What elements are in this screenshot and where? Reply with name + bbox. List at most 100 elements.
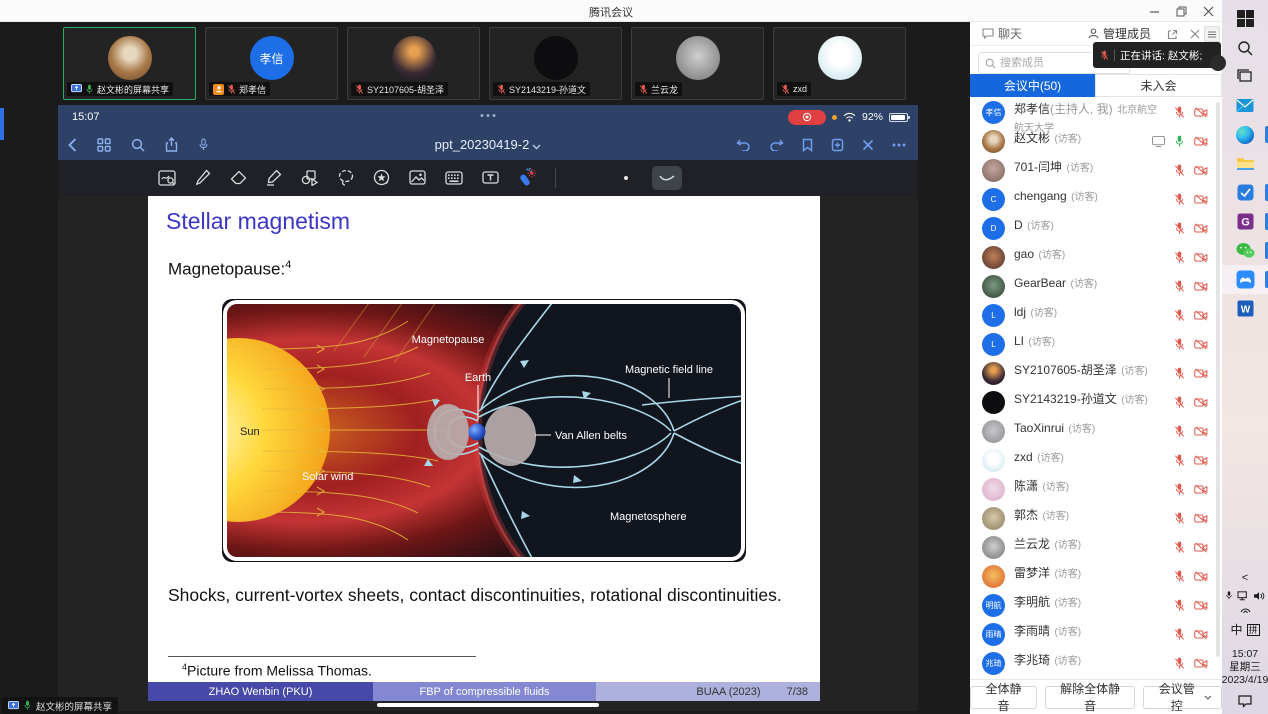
tab-not-joined[interactable]: 未入会 [1095,74,1222,97]
taskbar-search-button[interactable] [1222,33,1268,62]
minimize-icon[interactable] [1149,6,1160,17]
member-row[interactable]: 雷梦洋 (访客) [970,562,1222,591]
sidebar-handle[interactable] [0,108,4,140]
mic-muted-icon[interactable] [1174,454,1185,467]
screen-record-icon[interactable] [788,110,826,125]
close-annotation-icon[interactable] [862,139,874,151]
connection-icon[interactable] [1240,605,1251,614]
video-thumbnail[interactable]: SY2143219-孙道文 [489,27,622,100]
member-row[interactable]: 孝信 郑孝信(主持人, 我) 北京航空航天大学 [970,98,1222,127]
video-thumbnail[interactable]: 孝信 郑孝信 [205,27,338,100]
camera-off-icon[interactable] [1194,252,1208,263]
member-row[interactable]: 明航 李明航 (访客) [970,591,1222,620]
member-row[interactable]: zxd (访客) [970,446,1222,475]
member-row[interactable]: C chengang (访客) [970,185,1222,214]
member-row[interactable]: 赵文彬 (访客) [970,127,1222,156]
camera-off-icon[interactable] [1194,165,1208,176]
restore-icon[interactable] [1176,6,1187,17]
camera-off-icon[interactable] [1194,484,1208,495]
start-button[interactable] [1222,4,1268,33]
image-tool-icon[interactable] [409,170,426,185]
mute-all-button[interactable]: 全体静音 [970,686,1037,709]
home-indicator[interactable] [377,703,599,707]
mic-muted-icon[interactable] [1174,599,1185,612]
popout-icon[interactable] [1167,29,1178,40]
mic-muted-icon[interactable] [1174,222,1185,235]
mic-muted-icon[interactable] [1174,628,1185,641]
curve-tool-selected[interactable] [652,166,682,190]
mic-muted-icon[interactable] [1174,541,1185,554]
network-icon[interactable] [1237,591,1249,601]
mic-muted-icon[interactable] [1174,512,1185,525]
camera-off-icon[interactable] [1194,107,1208,118]
ime-language[interactable]: 中 [1230,621,1242,638]
member-row[interactable]: GearBear (访客) [970,272,1222,301]
member-row[interactable]: TaoXinrui (访客) [970,417,1222,446]
camera-off-icon[interactable] [1194,397,1208,408]
mic-muted-icon[interactable] [1174,338,1185,351]
panel-close-icon[interactable] [1190,29,1200,39]
video-thumbnail[interactable]: zxd [773,27,906,100]
member-row[interactable]: L LI (访客) [970,330,1222,359]
member-row[interactable]: 雨晴 李雨晴 (访客) [970,620,1222,649]
notes-app-icon[interactable] [1222,178,1268,207]
wechat-app-icon[interactable] [1222,236,1268,265]
camera-off-icon[interactable] [1194,194,1208,205]
mic-muted-icon[interactable] [1174,251,1185,264]
camera-off-icon[interactable] [1194,658,1208,669]
pen-tool-icon[interactable] [195,169,211,186]
member-row[interactable]: D D (访客) [970,214,1222,243]
mail-app-icon[interactable] [1222,91,1268,120]
camera-off-icon[interactable] [1194,571,1208,582]
member-row[interactable]: 兰云龙 (访客) [970,533,1222,562]
mic-on-icon[interactable] [1174,135,1185,148]
camera-off-icon[interactable] [1194,136,1208,147]
highlighter-tool-icon[interactable] [266,169,282,186]
mic-muted-icon[interactable] [1174,106,1185,119]
taskbar-clock[interactable]: 15:07 星期三 2023/4/19 [1222,648,1268,687]
mic-muted-icon[interactable] [1174,309,1185,322]
laser-pointer-tool-icon[interactable] [518,168,536,187]
member-row[interactable]: 兆琦 李兆琦 (访客) [970,649,1222,678]
tab-chat[interactable]: 聊天 [982,25,1022,42]
undo-icon[interactable] [736,138,751,151]
member-row[interactable]: gao (访客) [970,243,1222,272]
mic-muted-icon[interactable] [1174,425,1185,438]
add-page-icon[interactable] [831,138,844,152]
pointer-dot-tool-icon[interactable] [624,176,628,180]
camera-off-icon[interactable] [1194,281,1208,292]
video-thumbnail[interactable]: 赵文彬的屏幕共享 [63,27,196,100]
member-list[interactable]: 孝信 郑孝信(主持人, 我) 北京航空航天大学 [970,98,1222,679]
camera-off-icon[interactable] [1194,455,1208,466]
mic-muted-icon[interactable] [1174,367,1185,380]
g-app-icon[interactable]: G [1222,207,1268,236]
bookmark-icon[interactable] [802,138,813,152]
mic-muted-icon[interactable] [1174,570,1185,583]
close-icon[interactable] [1203,6,1214,17]
member-row[interactable]: SY2107605-胡圣泽 (访客) [970,359,1222,388]
keyboard-tool-icon[interactable] [445,171,463,185]
camera-off-icon[interactable] [1194,368,1208,379]
zoom-window-tool-icon[interactable] [158,170,176,186]
camera-off-icon[interactable] [1194,513,1208,524]
member-row[interactable]: 701-闫坤 (访客) [970,156,1222,185]
mic-muted-icon[interactable] [1174,164,1185,177]
video-thumbnail[interactable]: 兰云龙 [631,27,764,100]
ime-layout[interactable]: 拼 [1247,624,1260,636]
eraser-tool-icon[interactable] [230,170,247,185]
camera-off-icon[interactable] [1194,223,1208,234]
member-row[interactable]: 陈潇 (访客) [970,475,1222,504]
task-view-button[interactable] [1222,62,1268,91]
tab-manage-members[interactable]: 管理成员 [1088,25,1151,42]
mic-muted-icon[interactable] [1174,483,1185,496]
camera-off-icon[interactable] [1194,339,1208,350]
camera-off-icon[interactable] [1194,600,1208,611]
member-row[interactable]: SY2143219-孙道文 (访客) [970,388,1222,417]
video-thumbnail[interactable]: SY2107605-胡圣泽 [347,27,480,100]
mic-muted-icon[interactable] [1174,280,1185,293]
shapes-tool-icon[interactable] [301,170,319,186]
tencent-meeting-app-icon[interactable] [1222,265,1268,294]
tray-mic-icon[interactable] [1225,590,1233,601]
text-tool-icon[interactable] [482,170,499,185]
camera-off-icon[interactable] [1194,310,1208,321]
